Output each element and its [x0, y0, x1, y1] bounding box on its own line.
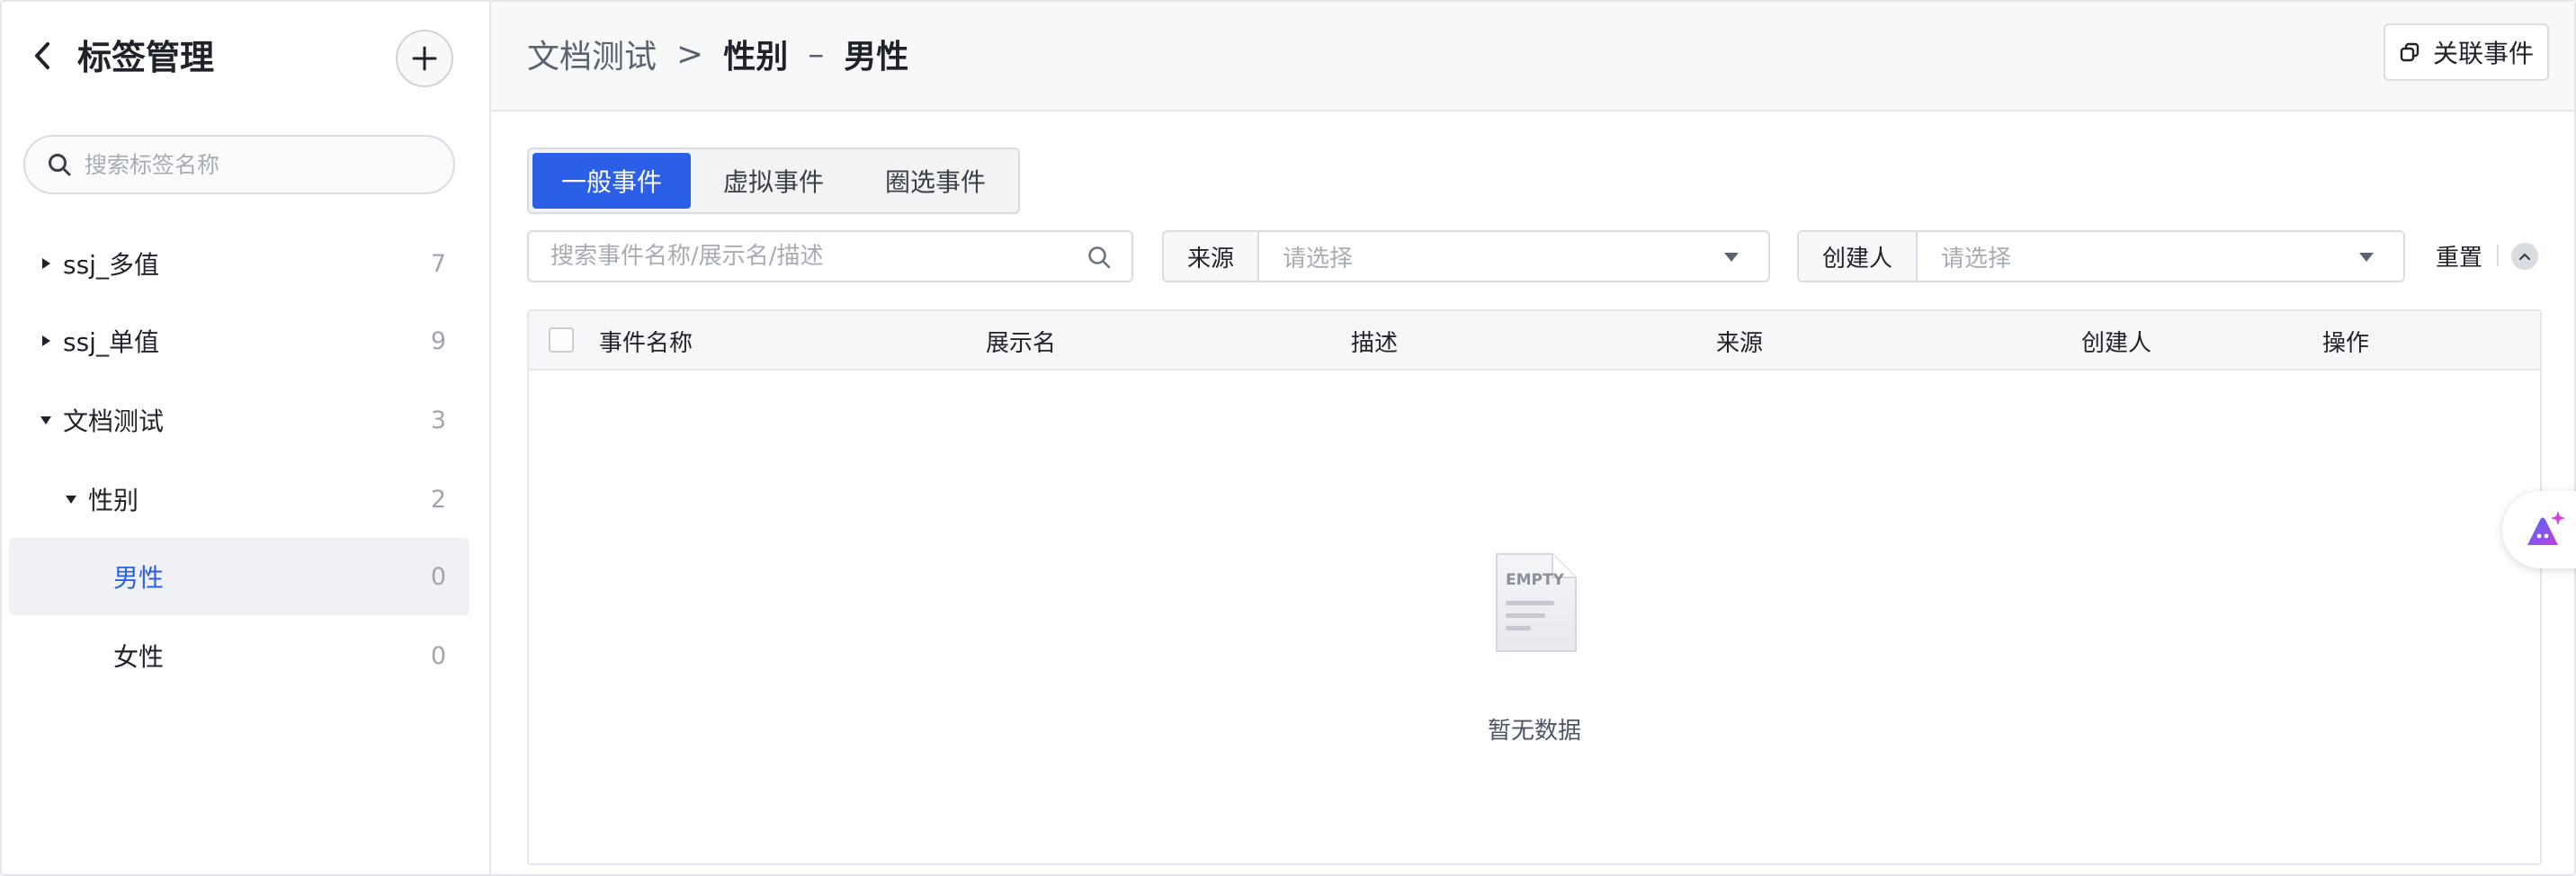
column-creator: 创建人: [2081, 329, 2152, 357]
tree-item-label: ssj_多值: [63, 250, 159, 280]
link-event-label: 关联事件: [2432, 39, 2534, 68]
tree-item-label: 性别: [88, 486, 139, 515]
reset-button[interactable]: 重置: [2436, 239, 2482, 273]
column-source: 来源: [1716, 329, 1764, 357]
tree-item-gender[interactable]: 性别 2: [9, 460, 470, 538]
breadcrumb-leaf: 男性: [844, 39, 909, 76]
source-filter: 来源 请选择: [1162, 230, 1770, 282]
creator-select[interactable]: 请选择: [1918, 232, 2403, 281]
empty-document-icon: EMPTY: [1496, 553, 1577, 652]
event-type-tabs: 一般事件 虚拟事件 圈选事件: [527, 147, 1021, 214]
tree-item-count: 0: [430, 562, 446, 591]
link-icon: [2400, 42, 2419, 62]
source-select[interactable]: 请选择: [1259, 232, 1768, 281]
chevron-left-icon: [35, 42, 49, 69]
event-search-box: [527, 230, 1133, 282]
table-header: 事件名称 展示名 描述 来源 创建人 操作: [529, 311, 2540, 371]
creator-filter: 创建人 请选择: [1797, 230, 2405, 282]
tree-item-female[interactable]: 女性 0: [9, 617, 470, 694]
plus-icon: [412, 46, 437, 71]
tag-search-box: [23, 135, 455, 194]
divider: [2497, 245, 2499, 266]
sidebar: 标签管理 ssj_多值 7 ssj_单值 9 文档测试 3 性别 2 男性 0 …: [2, 2, 491, 874]
creator-filter-label: 创建人: [1799, 232, 1919, 281]
breadcrumb-current: 性别: [723, 39, 789, 76]
collapse-button[interactable]: [2511, 243, 2538, 270]
tree-item-count: 9: [430, 326, 446, 355]
column-display-name: 展示名: [986, 329, 1057, 357]
tree-item-ssj-single[interactable]: ssj_单值 9: [9, 302, 470, 380]
caret-down-icon: [1724, 253, 1739, 262]
creator-select-placeholder: 请选择: [1941, 245, 2012, 273]
link-event-button[interactable]: 关联事件: [2384, 23, 2549, 81]
column-event-name: 事件名称: [599, 329, 693, 357]
select-all-checkbox[interactable]: [549, 327, 574, 353]
tree-item-count: 3: [430, 406, 446, 434]
tag-search-input[interactable]: [85, 151, 426, 178]
breadcrumb-parent[interactable]: 文档测试: [527, 31, 657, 77]
tree-item-label: 男性: [113, 563, 165, 593]
tree-item-doc-test[interactable]: 文档测试 3: [9, 381, 470, 459]
caret-down-icon[interactable]: [38, 412, 54, 428]
tab-general-events[interactable]: 一般事件: [532, 153, 692, 209]
tab-circled-events[interactable]: 圈选事件: [856, 153, 1015, 209]
tree-item-label: 女性: [113, 642, 165, 672]
assistant-sparkle-icon: [2527, 511, 2565, 545]
assistant-float-button[interactable]: [2502, 491, 2576, 568]
tree-item-male[interactable]: 男性 0: [9, 538, 470, 615]
empty-state-text: 暂无数据: [1487, 718, 1581, 745]
source-select-placeholder: 请选择: [1283, 245, 1354, 273]
caret-right-icon[interactable]: [38, 333, 54, 349]
tree-item-label: ssj_单值: [63, 327, 159, 357]
back-button[interactable]: [29, 38, 56, 74]
sidebar-title: 标签管理: [77, 38, 215, 77]
source-filter-label: 来源: [1164, 232, 1260, 281]
tree-item-ssj-multi[interactable]: ssj_多值 7: [9, 225, 470, 302]
tree-item-count: 0: [430, 641, 446, 670]
tree-item-count: 2: [430, 485, 446, 514]
chevron-up-icon: [2518, 253, 2531, 261]
caret-right-icon[interactable]: [38, 255, 54, 272]
main-panel: 文档测试 > 性别 – 男性 关联事件 一般事件 虚拟事件 圈选事件 来源 请选…: [491, 2, 2574, 874]
column-description: 描述: [1351, 329, 1399, 357]
breadcrumb: 文档测试 > 性别 – 男性: [527, 29, 908, 79]
tree-item-count: 7: [430, 249, 446, 278]
add-tag-button[interactable]: [396, 30, 453, 87]
empty-state: EMPTY 暂无数据: [529, 371, 2540, 865]
page-header: 文档测试 > 性别 – 男性 关联事件: [491, 2, 2574, 112]
caret-down-icon[interactable]: [63, 491, 79, 507]
search-icon[interactable]: [1087, 245, 1112, 270]
breadcrumb-separator: >: [676, 35, 704, 73]
column-actions: 操作: [2322, 329, 2370, 357]
event-table: 事件名称 展示名 描述 来源 创建人 操作 EMPTY 暂无数据: [527, 309, 2542, 865]
breadcrumb-dash: –: [808, 35, 825, 73]
search-icon: [49, 154, 71, 176]
event-search-input[interactable]: [550, 243, 1072, 270]
tab-virtual-events[interactable]: 虚拟事件: [694, 153, 853, 209]
tree-item-label: 文档测试: [63, 407, 165, 436]
svg-text:EMPTY: EMPTY: [1506, 571, 1565, 589]
caret-down-icon: [2359, 253, 2374, 262]
